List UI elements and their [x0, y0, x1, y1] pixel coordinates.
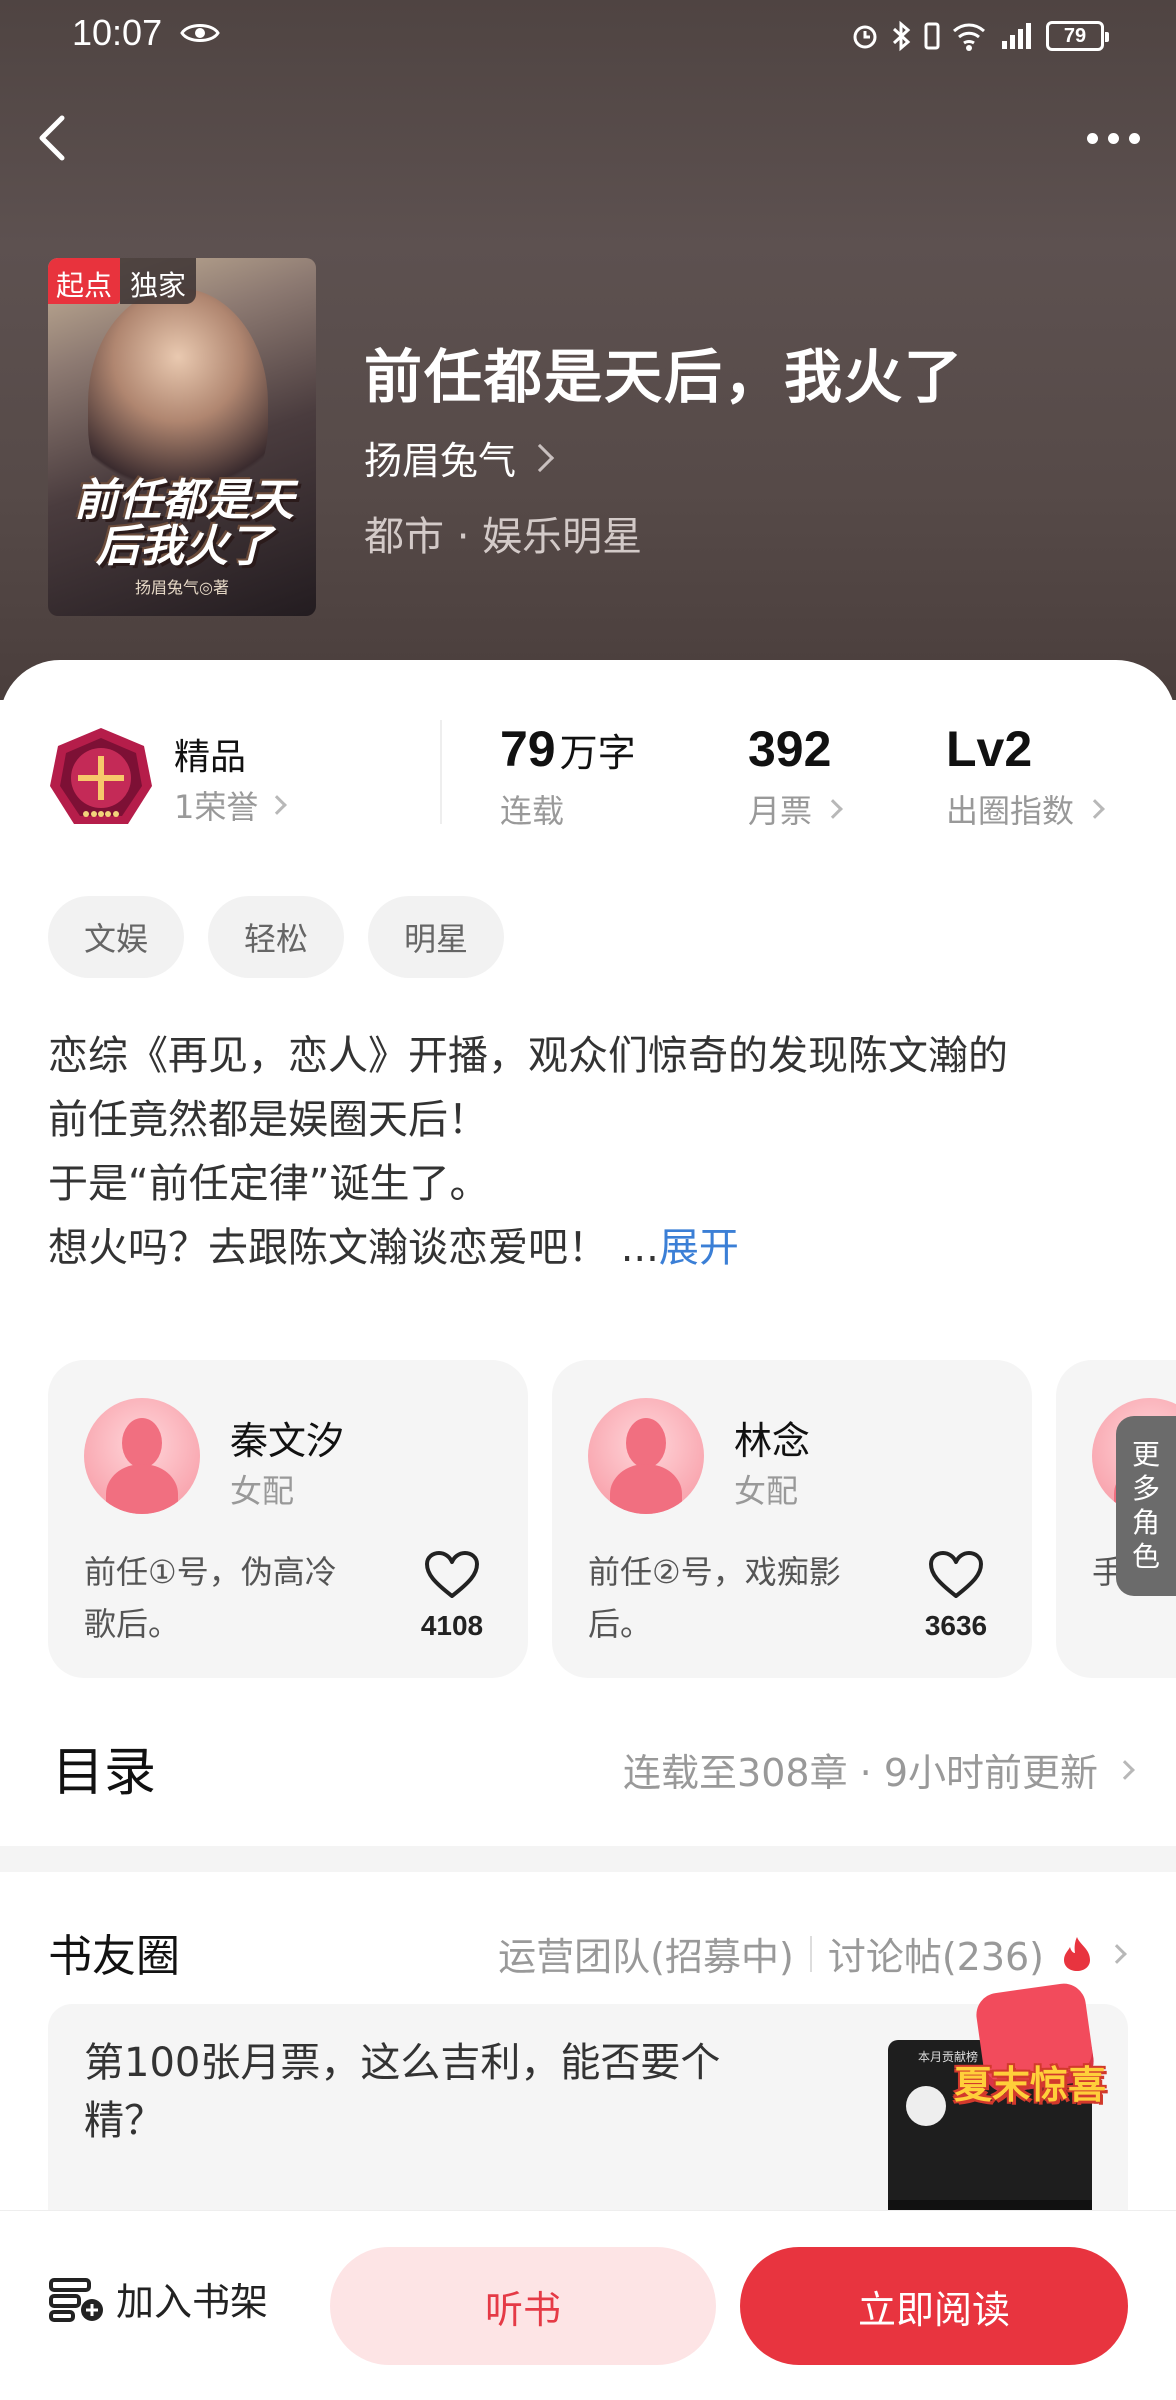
- add-to-shelf-button[interactable]: 加入书架: [48, 2271, 268, 2326]
- book-genre: 都市 · 娱乐明星: [364, 514, 643, 560]
- more-characters-button[interactable]: 更多角色: [1116, 1416, 1176, 1596]
- circle-title: 书友圈: [48, 1931, 180, 1982]
- fire-icon: [1064, 1936, 1090, 1971]
- synopsis-line: 前任竟然都是娱圈天后！: [48, 1097, 488, 1143]
- bluetooth-icon: [892, 20, 911, 52]
- character-avatar: [588, 1398, 704, 1514]
- character-card[interactable]: 林念 女配 前任②号，戏痴影 后。 3636: [552, 1360, 1032, 1678]
- cover-badge-exclusive: 独家: [120, 258, 197, 304]
- tag-chip[interactable]: 明星: [368, 896, 505, 978]
- battery-icon: 79: [1046, 21, 1109, 51]
- chevron-right-icon: [823, 799, 843, 819]
- toc-title: 目录: [52, 1743, 157, 1803]
- character-list: 秦文汐 女配 前任①号，伪高冷 歌后。 4108 林念 女配 前任②号，戏痴影 后。…: [48, 1360, 1176, 1680]
- read-now-button[interactable]: 立即阅读: [740, 2247, 1128, 2365]
- like-button[interactable]: 3636: [916, 1550, 996, 1642]
- character-card[interactable]: 秦文汐 女配 前任①号，伪高冷 歌后。 4108: [48, 1360, 528, 1678]
- character-type: 女配: [734, 1472, 799, 1510]
- synopsis-line: 于是“前任定律”诞生了。: [48, 1161, 490, 1207]
- divider: [440, 720, 442, 824]
- promo-text: 夏末惊喜: [954, 2063, 1107, 2107]
- popularity-index-value: Lv2: [946, 721, 1033, 777]
- status-time: 10:07: [72, 12, 163, 53]
- like-button[interactable]: 4108: [412, 1550, 492, 1642]
- quality-badge-icon: [50, 728, 152, 824]
- alarm-icon: [853, 25, 877, 49]
- cover-author: 扬眉兔气◎著: [135, 578, 229, 597]
- monthly-ticket-stat[interactable]: 392 月票: [748, 720, 843, 832]
- tag-chip[interactable]: 轻松: [208, 896, 345, 978]
- word-count-stat: 79 万字 连载: [500, 720, 636, 832]
- synopsis-line: 恋综《再见，恋人》开播，观众们惊奇的发现陈文瀚的: [48, 1033, 1008, 1079]
- bottom-action-bar: 加入书架 听书 立即阅读: [0, 2210, 1176, 2400]
- book-cover[interactable]: 起点 独家 前任都是天后我火了 扬眉兔气◎著: [48, 258, 316, 616]
- dot-icon: [1128, 132, 1140, 144]
- bookshelf-add-icon: [49, 2277, 103, 2322]
- word-count-value: 79: [500, 721, 556, 777]
- chevron-right-icon: [1107, 1943, 1127, 1964]
- honor-count-label: 1荣誉: [174, 788, 259, 826]
- like-count: 4108: [420, 1610, 484, 1641]
- character-name: 林念: [734, 1419, 811, 1463]
- book-detail-sheet: 精品 1荣誉 79 万字 连载 392 月票 Lv2 出圈指数 文娱 轻松 明星 …: [0, 660, 1176, 2400]
- book-synopsis[interactable]: 恋综《再见，恋人》开播，观众们惊奇的发现陈文瀚的 前任竟然都是娱圈天后！ 于是“…: [48, 1024, 1138, 1280]
- character-name: 秦文汐: [230, 1419, 345, 1463]
- expand-link[interactable]: 展开: [659, 1225, 739, 1271]
- chevron-right-icon: [1115, 1759, 1135, 1780]
- book-title: 前任都是天后，我火了: [364, 343, 965, 411]
- tag-list: 文娱 轻松 明星: [48, 896, 505, 978]
- toc-update-info: 连载至308章 · 9小时前更新: [623, 1742, 1135, 1797]
- cover-badge: 起点 独家: [48, 258, 197, 304]
- listen-button[interactable]: 听书: [330, 2247, 716, 2365]
- honor-title: 精品: [174, 737, 247, 778]
- author-name: 扬眉兔气: [364, 439, 517, 483]
- author-link[interactable]: 扬眉兔气: [364, 430, 555, 485]
- post-text: 第100张月票，这么吉利，能否要个 精？: [84, 2040, 721, 2144]
- signal-icon: [1002, 23, 1031, 49]
- divider: [809, 1935, 812, 1972]
- character-avatar: [84, 1398, 200, 1514]
- popularity-index-label: 出圈指数: [946, 792, 1075, 830]
- monthly-ticket-label: 月票: [748, 792, 813, 830]
- status-icons: 79: [850, 18, 1109, 54]
- chevron-right-icon: [525, 443, 555, 472]
- promo-badge[interactable]: 夏末惊喜: [940, 1968, 1130, 2148]
- chevron-right-icon: [1085, 799, 1105, 819]
- ops-team-link[interactable]: 运营团队(招募中): [498, 1926, 794, 1981]
- like-count: 3636: [924, 1610, 988, 1641]
- more-options-button[interactable]: [1078, 118, 1148, 158]
- heart-icon: [425, 1551, 479, 1598]
- popularity-index-stat[interactable]: Lv2 出圈指数: [946, 720, 1105, 832]
- monthly-ticket-value: 392: [748, 721, 832, 777]
- word-count-unit: 万字: [559, 731, 636, 775]
- table-of-contents-row[interactable]: 目录 连载至308章 · 9小时前更新: [52, 1730, 1135, 1810]
- serial-status: 连载: [500, 792, 565, 830]
- section-divider: [0, 1846, 1176, 1872]
- status-bar: 10:07 79: [0, 0, 1176, 70]
- cover-title: 前任都是天后我火了: [74, 475, 294, 573]
- dot-icon: [1086, 132, 1098, 144]
- honor-entry[interactable]: 精品 1荣誉: [48, 720, 428, 830]
- character-description: 前任①号，伪高冷 歌后。: [84, 1553, 337, 1643]
- wifi-icon: [953, 23, 985, 51]
- vibrate-icon: [924, 22, 940, 50]
- add-to-shelf-label: 加入书架: [116, 2280, 269, 2324]
- back-button[interactable]: [28, 108, 78, 168]
- chevron-right-icon: [267, 795, 288, 815]
- cover-badge-brand: 起点: [48, 258, 121, 304]
- book-header: 10:07 79 起点 独家 前任都是天后我火了 扬眉兔气◎著 前任都是天后，我…: [0, 0, 1176, 700]
- eye-icon: [180, 24, 220, 42]
- character-type: 女配: [230, 1472, 295, 1510]
- tag-chip[interactable]: 文娱: [48, 896, 185, 978]
- heart-icon: [929, 1551, 983, 1598]
- dot-icon: [1107, 132, 1119, 144]
- character-description: 前任②号，戏痴影 后。: [588, 1553, 841, 1643]
- synopsis-line: 想火吗？去跟陈文瀚谈恋爱吧！ ...: [48, 1225, 659, 1271]
- honor-count: 1荣誉: [174, 782, 288, 828]
